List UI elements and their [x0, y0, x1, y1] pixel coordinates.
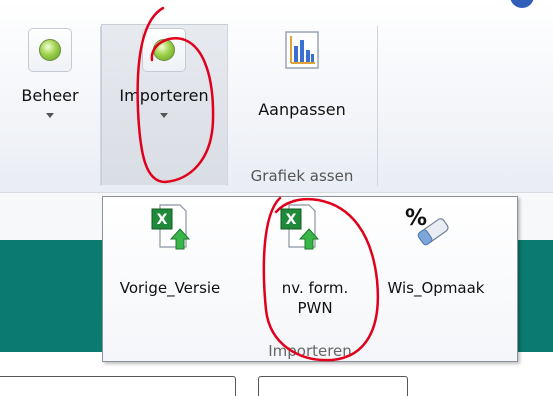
imp-form-pwn-button[interactable]: X nv. form. PWN — [267, 203, 371, 323]
status-light-icon — [142, 28, 186, 72]
importeren-button[interactable]: Importeren — [102, 28, 226, 148]
aanpassen-button[interactable]: Aanpassen — [232, 30, 372, 140]
wis-opmaak-label: Wis_Opmaak — [387, 279, 485, 297]
excel-import-icon: X — [151, 204, 190, 250]
dropdown-arrow-icon — [160, 113, 168, 118]
imp-form-label: nv. form. — [281, 279, 349, 297]
svg-text:X: X — [157, 212, 168, 228]
importeren-label: Importeren — [119, 86, 209, 105]
vorige-versie-label: Vorige_Versie — [119, 279, 221, 297]
beheer-button[interactable]: Beheer — [2, 28, 98, 148]
vorige-versie-button[interactable]: X Vorige_Versie — [105, 203, 235, 303]
ribbon-separator — [100, 26, 101, 186]
svg-text:%: % — [405, 206, 427, 231]
ribbon-separator — [377, 26, 378, 186]
svg-text:X: X — [286, 212, 297, 228]
dropdown-arrow-icon — [46, 113, 54, 118]
chart-axes-icon — [285, 31, 319, 69]
pwn-label: PWN — [297, 299, 333, 317]
wis-opmaak-button[interactable]: % Wis_Opmaak — [371, 203, 501, 303]
status-light-icon — [28, 28, 72, 72]
ribbon-separator — [227, 26, 228, 186]
sheet-cell[interactable] — [0, 376, 236, 396]
grafiek-assen-group-label: Grafiek assen — [250, 167, 354, 185]
clear-format-icon: % — [405, 206, 449, 246]
excel-import-icon: X — [280, 204, 319, 250]
beheer-label: Beheer — [21, 86, 79, 105]
aanpassen-label: Aanpassen — [258, 100, 346, 119]
importeren-group-label: Importeren — [268, 342, 352, 360]
importeren-dropdown-panel: X Vorige_Versie X nv. form. PWN % Wis_Op… — [102, 196, 518, 362]
sheet-cell[interactable] — [258, 376, 408, 396]
